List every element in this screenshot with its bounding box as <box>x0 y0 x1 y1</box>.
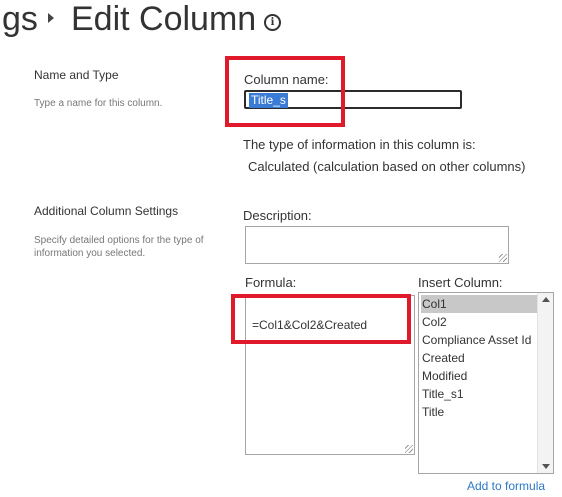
resize-grip-icon[interactable] <box>499 254 507 262</box>
type-info-label: The type of information in this column i… <box>243 137 476 152</box>
breadcrumb-separator-icon <box>48 13 54 23</box>
list-item-title[interactable]: Title <box>421 403 540 421</box>
list-item-title-s1[interactable]: Title_s1 <box>421 385 540 403</box>
page-title: Edit Column <box>71 0 257 38</box>
formula-label: Formula: <box>245 275 297 290</box>
list-item-col2[interactable]: Col2 <box>421 313 540 331</box>
highlight-box-formula <box>231 294 411 344</box>
section-title-additional: Additional Column Settings <box>34 204 179 218</box>
section-title-name-type: Name and Type <box>34 68 119 82</box>
insert-column-list[interactable]: Col1 Col2 Compliance Asset Id Created Mo… <box>418 292 554 474</box>
list-item-modified[interactable]: Modified <box>421 367 540 385</box>
list-scrollbar[interactable] <box>537 293 553 473</box>
list-item-compliance-asset-id[interactable]: Compliance Asset Id <box>421 331 540 349</box>
section-desc-additional-line2: information you selected. <box>34 248 146 259</box>
info-icon[interactable]: i <box>264 14 281 31</box>
add-to-formula-link[interactable]: Add to formula <box>467 479 545 493</box>
list-item-col1[interactable]: Col1 <box>421 295 540 313</box>
insert-column-label: Insert Column: <box>418 275 503 290</box>
description-textarea[interactable] <box>245 226 509 264</box>
section-desc-name-type: Type a name for this column. <box>34 98 163 109</box>
scroll-up-arrow-icon[interactable] <box>542 297 550 302</box>
list-item-created[interactable]: Created <box>421 349 540 367</box>
scroll-down-arrow-icon[interactable] <box>542 464 550 469</box>
breadcrumb[interactable]: gs <box>2 0 38 41</box>
description-label: Description: <box>243 208 312 223</box>
resize-grip-icon[interactable] <box>405 445 413 453</box>
highlight-box-column-name <box>225 56 345 127</box>
section-desc-additional-line1: Specify detailed options for the type of <box>34 235 204 246</box>
type-info-value: Calculated (calculation based on other c… <box>248 159 526 174</box>
